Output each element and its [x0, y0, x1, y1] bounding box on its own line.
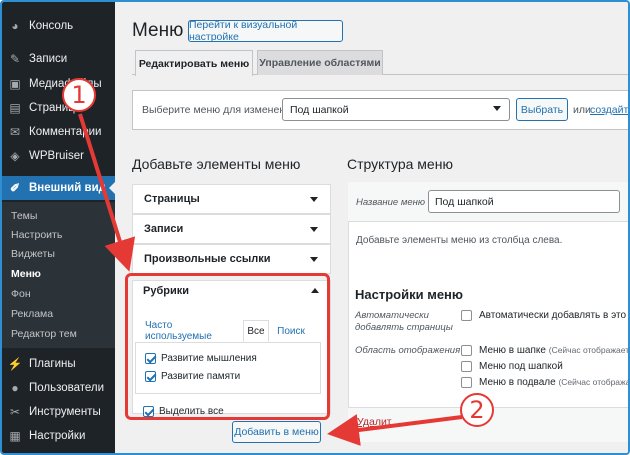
step-badge-1: 1: [62, 78, 96, 112]
step-badge-2: 2: [460, 393, 494, 427]
arrow-to-categories: [78, 113, 136, 272]
screenshot-frame: ◕Консоль ✎Записи ▣Медиафайлы ▤Страницы ✉…: [0, 0, 630, 455]
annotation-arrows: [78, 113, 463, 446]
arrow-to-add-button: [327, 414, 463, 446]
